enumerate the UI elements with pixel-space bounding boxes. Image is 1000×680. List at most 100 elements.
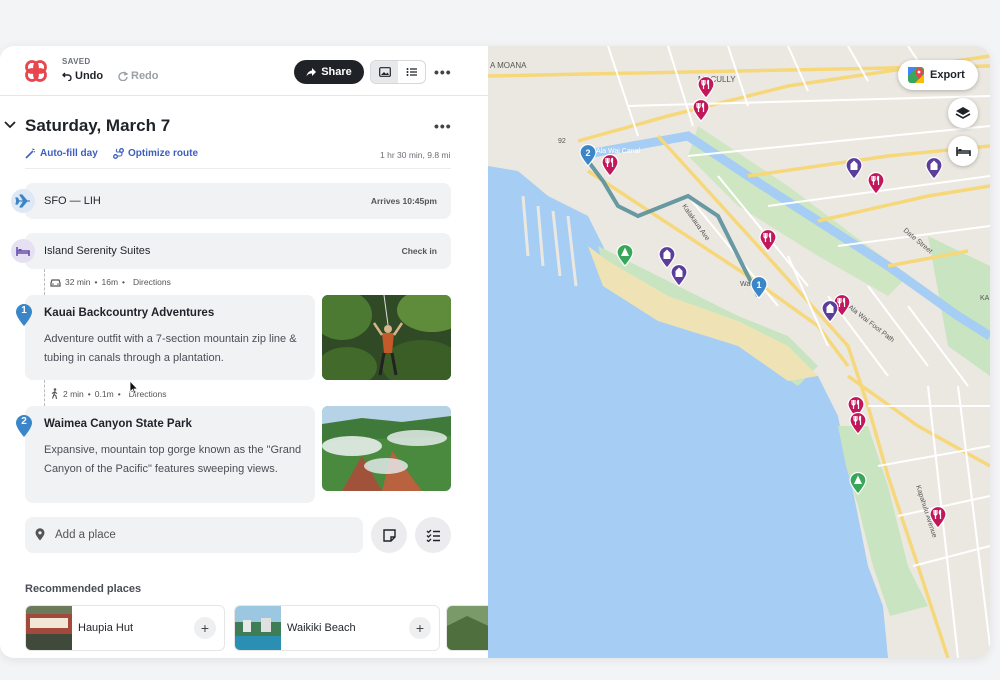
airplane-icon (11, 189, 35, 213)
check-in-button[interactable]: Check in (402, 246, 437, 256)
export-button[interactable]: Export (898, 60, 978, 90)
redo-icon (118, 71, 128, 81)
place-title: Kauai Backcountry Adventures (44, 307, 215, 319)
haupia-hut-thumbnail (26, 606, 72, 650)
share-button[interactable]: Share (294, 60, 364, 84)
place-description: Expansive, mountain top gorge known as t… (44, 444, 302, 475)
flight-arrival: Arrives 10:45pm (370, 196, 437, 206)
share-arrow-icon (306, 68, 317, 77)
undo-label: Undo (75, 70, 104, 82)
location-pin-icon: 1 (14, 303, 34, 327)
google-maps-icon (908, 67, 924, 83)
note-icon (382, 528, 396, 542)
location-pin-icon: 2 (14, 414, 34, 438)
redo-label: Redo (131, 70, 159, 82)
image-icon (378, 67, 391, 77)
svg-text:2: 2 (585, 148, 590, 158)
street-label: A MOANA (490, 61, 527, 70)
street-label: Ala Wai Canal (596, 148, 641, 155)
recommended-title: Recommended places (25, 583, 142, 595)
list-icon (406, 68, 417, 76)
save-status: SAVED (62, 57, 91, 66)
divider (25, 168, 451, 169)
timeline-connector (44, 380, 45, 406)
separator: • (87, 388, 91, 399)
recommended-name: Haupia Hut (78, 622, 134, 634)
place-title: Waimea Canyon State Park (44, 418, 192, 430)
export-label: Export (930, 69, 965, 81)
layers-icon (955, 106, 971, 119)
add-note-button[interactable] (371, 517, 407, 553)
undo-button[interactable]: Undo (62, 70, 103, 82)
image-view-toggle[interactable] (371, 61, 398, 83)
travel-time: 2 min (63, 388, 84, 399)
street-label: 92 (558, 138, 566, 145)
top-toolbar: SAVED Undo Redo Share ••• (0, 46, 488, 96)
hotel-name: Island Serenity Suites (44, 245, 151, 257)
flight-route: SFO — LIH (44, 195, 101, 207)
checklist-icon (426, 529, 440, 542)
travel-distance: 0.1m (94, 388, 114, 399)
bed-icon (11, 239, 35, 263)
list-view-toggle[interactable] (398, 61, 425, 83)
flight-card[interactable]: SFO — LIH Arrives 10:45pm (11, 183, 451, 219)
autofill-label: Auto-fill day (40, 148, 98, 159)
place-description: Adventure outfit with a 7-section mounta… (44, 333, 297, 364)
app-logo-icon (25, 60, 47, 82)
map-canvas[interactable]: A MOANA MCCULLY 92 Ala Wai Canal Kalakau… (488, 46, 990, 658)
itinerary-panel: SAVED Undo Redo Share ••• Saturday, Marc… (0, 46, 488, 658)
place-card-2[interactable]: 2 Waimea Canyon State Park Expansive, mo… (16, 406, 315, 503)
map-view[interactable]: A MOANA MCCULLY 92 Ala Wai Canal Kalakau… (488, 46, 990, 658)
add-place-field[interactable] (25, 517, 363, 553)
travel-time: 32 min (65, 277, 91, 287)
travel-distance: 16m (101, 277, 119, 287)
add-checklist-button[interactable] (415, 517, 451, 553)
recommended-item-partial[interactable] (446, 605, 488, 651)
place-card-1[interactable]: 1 Kauai Backcountry Adventures Adventure… (16, 295, 315, 380)
mouse-cursor-icon (129, 380, 139, 395)
street-label: KA (980, 295, 990, 302)
optimize-route-button[interactable]: Optimize route (113, 148, 198, 159)
autofill-day-button[interactable]: Auto-fill day (25, 148, 98, 159)
place-number: 1 (21, 305, 27, 316)
separator: • (122, 277, 126, 287)
map-layers-button[interactable] (948, 98, 978, 128)
view-toggle (370, 60, 426, 84)
recommended-item-haupia-hut[interactable]: Haupia Hut + (25, 605, 225, 651)
more-options-icon[interactable]: ••• (434, 64, 452, 80)
waikiki-beach-thumbnail (235, 606, 281, 650)
place-photo-canyon[interactable] (322, 406, 451, 491)
place-photo-zipline[interactable] (322, 295, 451, 380)
map-hotels-button[interactable] (948, 136, 978, 166)
redo-button[interactable]: Redo (118, 70, 159, 82)
hotel-card[interactable]: Island Serenity Suites Check in (11, 233, 451, 269)
optimize-label: Optimize route (128, 148, 199, 159)
recommended-name: Waikiki Beach (287, 622, 356, 634)
add-plus-icon[interactable]: + (194, 617, 216, 639)
travel-segment-2: 2 min • 0.1m • Directions (50, 388, 166, 399)
route-summary: 1 hr 30 min, 9.8 mi (380, 150, 451, 160)
recommended-thumbnail (447, 606, 488, 650)
undo-icon (62, 72, 72, 81)
share-label: Share (321, 66, 352, 78)
directions-link[interactable]: Directions (133, 277, 171, 287)
bed-icon (955, 146, 971, 156)
app-window: SAVED Undo Redo Share ••• Saturday, Marc… (0, 46, 990, 658)
separator: • (94, 277, 98, 287)
recommended-item-waikiki-beach[interactable]: Waikiki Beach + (234, 605, 440, 651)
add-plus-icon[interactable]: + (409, 617, 431, 639)
route-icon (113, 148, 124, 159)
place-number: 2 (21, 416, 27, 427)
walking-icon (51, 388, 58, 399)
travel-segment-1: 32 min • 16m • Directions (50, 277, 171, 287)
day-title: Saturday, March 7 (25, 116, 171, 135)
svg-text:1: 1 (756, 280, 761, 290)
car-icon (50, 278, 61, 287)
add-place-input[interactable] (55, 526, 355, 544)
chevron-down-icon[interactable] (4, 121, 16, 129)
separator: • (117, 388, 121, 399)
timeline-connector (44, 269, 45, 295)
map-pin-icon (35, 528, 45, 541)
magic-wand-icon (25, 148, 36, 159)
day-more-icon[interactable]: ••• (434, 118, 452, 134)
